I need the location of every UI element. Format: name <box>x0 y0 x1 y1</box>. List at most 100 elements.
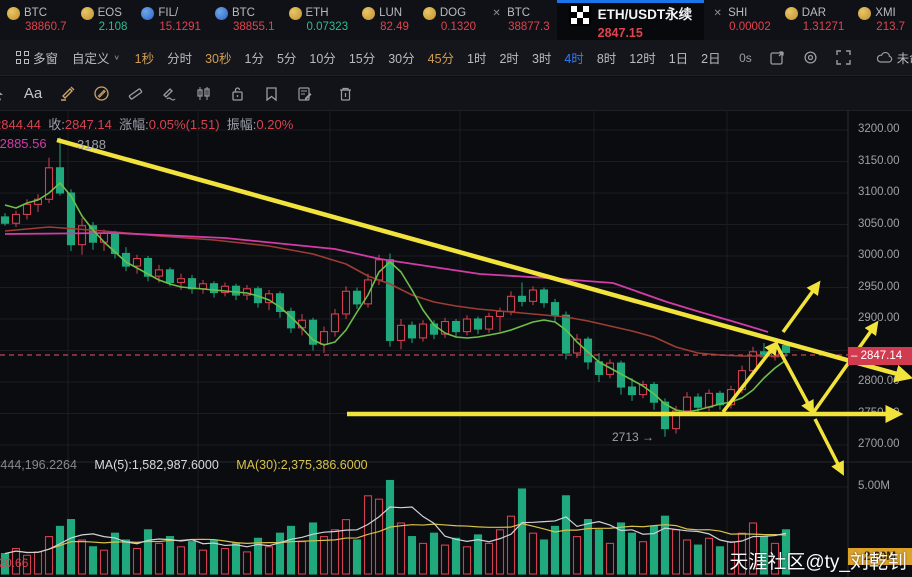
interval-10分[interactable]: 10分 <box>303 44 342 71</box>
volume-bar[interactable] <box>145 530 152 574</box>
layout-save-button[interactable]: 未命名 ∨ <box>871 44 912 71</box>
interval-30分[interactable]: 30分 <box>382 44 421 71</box>
cursor-icon[interactable] <box>0 82 14 106</box>
candle[interactable] <box>332 314 339 332</box>
fullscreen-icon[interactable] <box>828 47 859 68</box>
ruler-tool[interactable] <box>120 82 150 106</box>
candle[interactable] <box>409 325 416 338</box>
interval-3时[interactable]: 3时 <box>525 44 557 71</box>
candle[interactable] <box>508 296 515 311</box>
volume-bar[interactable] <box>497 530 504 574</box>
candle[interactable] <box>387 260 394 341</box>
volume-bar[interactable] <box>552 526 559 574</box>
volume-bar[interactable] <box>354 540 361 574</box>
gear-icon[interactable] <box>795 47 826 68</box>
candle[interactable] <box>629 387 636 395</box>
volume-bar[interactable] <box>189 542 196 574</box>
interval-2时[interactable]: 2时 <box>493 44 525 71</box>
candle[interactable] <box>299 320 306 328</box>
interval-1秒[interactable]: 1秒 <box>128 44 160 71</box>
volume-bar[interactable] <box>35 552 42 574</box>
candle-pattern-tool[interactable] <box>188 82 218 106</box>
volume-bar[interactable] <box>640 542 647 574</box>
candle[interactable] <box>321 332 328 345</box>
candle[interactable] <box>530 290 537 301</box>
candle[interactable] <box>453 322 460 332</box>
volume-bar[interactable] <box>398 523 405 574</box>
ticker-item[interactable]: ✕SHI0.00002 <box>704 0 778 40</box>
brush-tool-selected[interactable] <box>52 82 82 106</box>
ticker-item[interactable]: FIL/15.1291 <box>134 0 208 40</box>
volume-bar[interactable] <box>178 547 185 574</box>
forecast-arrow-drawing[interactable] <box>813 324 876 413</box>
candle[interactable] <box>420 324 427 338</box>
volume-bar[interactable] <box>574 537 581 574</box>
volume-bar[interactable] <box>310 523 317 574</box>
volume-bar[interactable] <box>68 520 75 574</box>
volume-bar[interactable] <box>266 547 273 574</box>
candle[interactable] <box>464 319 471 332</box>
custom-interval-button[interactable]: 自定义 ∨ <box>66 44 126 71</box>
forecast-arrow-drawing[interactable] <box>783 284 818 332</box>
volume-bar[interactable] <box>332 530 339 574</box>
interval-5分[interactable]: 5分 <box>270 44 302 71</box>
candle[interactable] <box>233 286 240 295</box>
volume-bar[interactable] <box>530 533 537 574</box>
ticker-item[interactable]: ETH0.07323 <box>282 0 356 40</box>
volume-bar[interactable] <box>464 547 471 574</box>
candle[interactable] <box>13 214 20 223</box>
note-edit-tool[interactable] <box>290 82 320 106</box>
volume-bar[interactable] <box>376 499 383 574</box>
candle[interactable] <box>167 270 174 283</box>
volume-bar[interactable] <box>211 540 218 574</box>
volume-bar[interactable] <box>596 530 603 574</box>
interval-分时[interactable]: 分时 <box>161 44 199 71</box>
interval-1分[interactable]: 1分 <box>238 44 270 71</box>
new-pane-icon[interactable] <box>762 47 793 68</box>
candle[interactable] <box>541 290 548 303</box>
candle[interactable] <box>24 204 31 214</box>
interval-15分[interactable]: 15分 <box>342 44 381 71</box>
volume-bar[interactable] <box>519 489 526 574</box>
volume-bar[interactable] <box>409 537 416 574</box>
volume-bar[interactable] <box>57 526 64 574</box>
volume-bar[interactable] <box>255 538 262 574</box>
volume-bar[interactable] <box>321 537 328 574</box>
interval-12时[interactable]: 12时 <box>623 44 662 71</box>
interval-30秒[interactable]: 30秒 <box>199 44 238 71</box>
candle[interactable] <box>563 315 570 353</box>
candle[interactable] <box>475 319 482 329</box>
volume-bar[interactable] <box>90 547 97 574</box>
brush-circle-tool[interactable] <box>86 82 116 106</box>
volume-bar[interactable] <box>343 520 350 574</box>
volume-bar[interactable] <box>123 540 130 574</box>
volume-bar[interactable] <box>244 552 251 574</box>
volume-bar[interactable] <box>541 540 548 574</box>
volume-bar[interactable] <box>695 545 702 574</box>
volume-bar[interactable] <box>420 543 427 574</box>
candle[interactable] <box>354 291 361 304</box>
interval-4时[interactable]: 4时 <box>558 44 590 71</box>
volume-bar[interactable] <box>233 543 240 574</box>
candle[interactable] <box>783 345 790 352</box>
volume-bar[interactable] <box>508 516 515 574</box>
interval-8时[interactable]: 8时 <box>590 44 622 71</box>
ticker-item[interactable]: DAR1.31271 <box>778 0 852 40</box>
candle[interactable] <box>497 311 504 316</box>
volume-bar[interactable] <box>431 533 438 574</box>
lock-tool[interactable] <box>222 82 252 106</box>
candle[interactable] <box>398 325 405 340</box>
volume-bar[interactable] <box>585 520 592 574</box>
volume-bar[interactable] <box>134 549 141 575</box>
candle[interactable] <box>519 296 526 301</box>
candle[interactable] <box>134 259 141 267</box>
trendline-drawing[interactable] <box>57 140 908 377</box>
pen-tool[interactable] <box>154 82 184 106</box>
candle[interactable] <box>552 303 559 316</box>
volume-bar[interactable] <box>684 540 691 574</box>
candle[interactable] <box>2 217 9 223</box>
volume-bar[interactable] <box>167 537 174 574</box>
candle[interactable] <box>365 280 372 304</box>
candle[interactable] <box>343 291 350 314</box>
volume-bar[interactable] <box>200 550 207 574</box>
